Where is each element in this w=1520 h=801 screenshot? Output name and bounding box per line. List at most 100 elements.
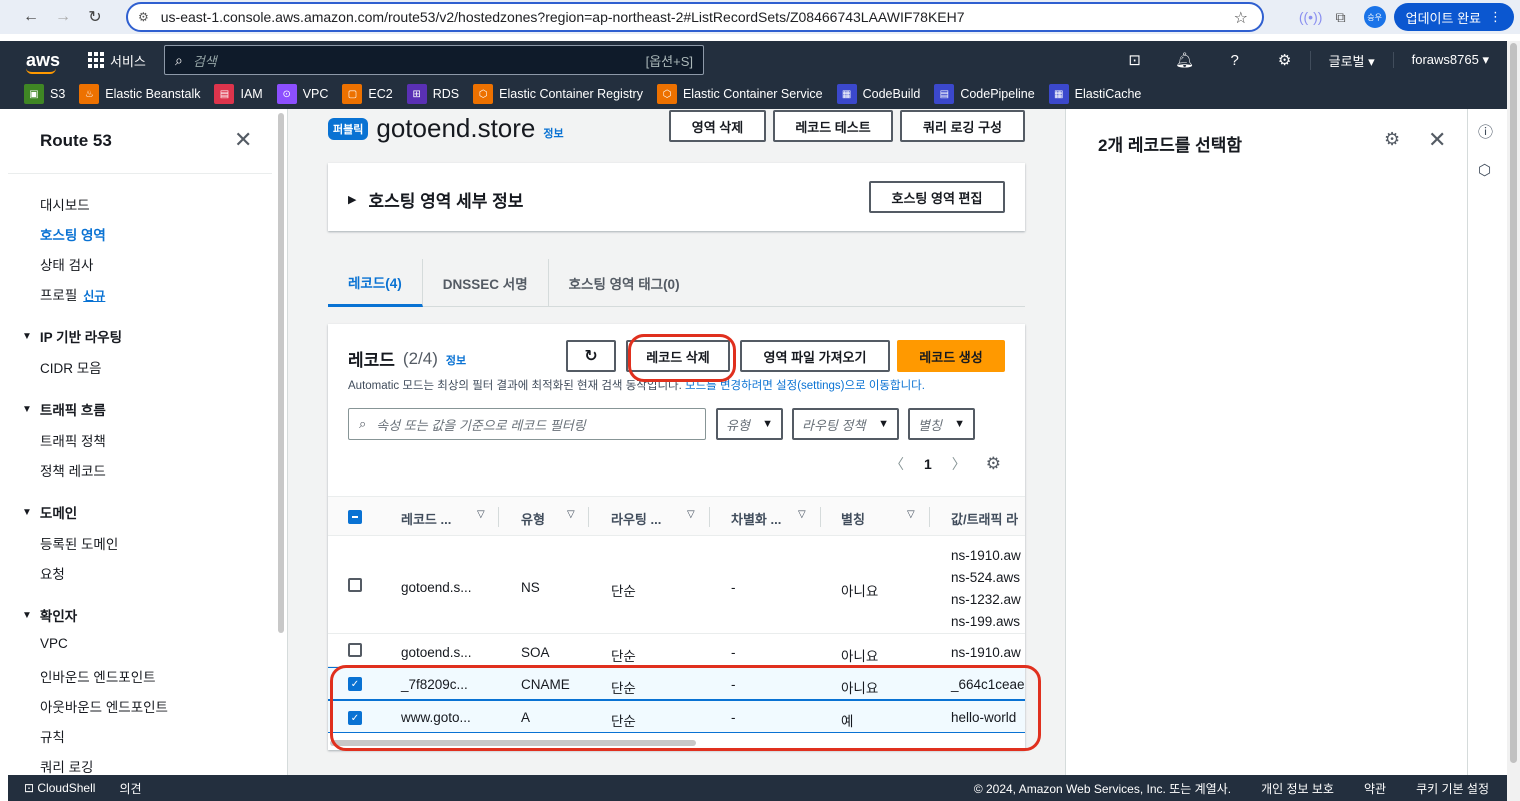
sort-icon[interactable]: ▽ <box>687 509 695 520</box>
column-header-name[interactable]: 레코드 ... <box>401 509 451 528</box>
table-settings-gear-icon[interactable]: ⚙ <box>986 454 1001 474</box>
sort-icon[interactable]: ▽ <box>907 509 915 520</box>
close-icon[interactable]: ✕ <box>234 127 252 153</box>
records-info-link[interactable]: 정보 <box>446 352 466 368</box>
favorite-codebuild[interactable]: ▦ CodeBuild <box>836 84 920 104</box>
favorite-iam[interactable]: ▤ IAM <box>214 84 263 104</box>
sidebar-item-dashboard[interactable]: 대시보드 <box>40 194 90 214</box>
address-bar[interactable]: ⚙ us-east-1.console.aws.amazon.com/route… <box>126 2 1264 32</box>
row-checkbox[interactable] <box>348 578 362 592</box>
sidebar-item-requests[interactable]: 요청 <box>40 563 65 583</box>
favorite-vpc[interactable]: ⊙ VPC <box>276 84 328 104</box>
sidebar-item-profiles[interactable]: 프로필 신규 <box>40 284 105 304</box>
record-type: NS <box>521 580 540 595</box>
page-scrollbar[interactable] <box>1507 41 1520 801</box>
refresh-button[interactable]: ↻ <box>566 340 616 372</box>
console-search-input[interactable]: ⌕ 검색 [옵션+S] <box>164 45 704 75</box>
sidebar-item-health-checks[interactable]: 상태 검사 <box>40 254 93 274</box>
region-selector[interactable]: 글로벌 ▾ <box>1309 50 1393 70</box>
record-name[interactable]: gotoend.s... <box>401 645 472 660</box>
sort-icon[interactable]: ▽ <box>567 509 575 520</box>
type-dropdown[interactable]: 유형 ▼ <box>716 408 783 440</box>
favorite-elastic-container-service[interactable]: ⬡ Elastic Container Service <box>656 84 823 104</box>
sidebar-item-vpc[interactable]: VPC <box>40 636 68 651</box>
update-button[interactable]: 업데이트 완료 ⋮ <box>1393 3 1514 31</box>
column-header-alias[interactable]: 별칭 <box>841 509 865 528</box>
cloudshell-link[interactable]: ⊡ CloudShell <box>24 781 95 795</box>
sidebar-section-ip-routing[interactable]: ▼ IP 기반 라우팅 <box>22 326 122 346</box>
close-icon[interactable]: ✕ <box>1428 127 1446 153</box>
sidebar-section-resolver[interactable]: ▼ 확인자 <box>22 605 77 625</box>
forward-icon[interactable]: → <box>50 4 76 30</box>
sort-icon[interactable]: ▽ <box>798 509 806 520</box>
tab-dnssec[interactable]: DNSSEC 서명 <box>423 259 549 307</box>
sidebar-item-inbound[interactable]: 인바운드 엔드포인트 <box>40 666 156 686</box>
column-header-value[interactable]: 값/트래픽 라 <box>951 509 1018 528</box>
sidebar-section-domains[interactable]: ▼ 도메인 <box>22 502 77 522</box>
favorite-elasticache[interactable]: ▦ ElastiCache <box>1048 84 1141 104</box>
site-info-icon[interactable]: ⚙ <box>138 10 149 24</box>
info-link[interactable]: 정보 <box>543 125 563 141</box>
details-toggle[interactable]: ▶ 호스팅 영역 세부 정보 <box>348 187 523 212</box>
delete-zone-button[interactable]: 영역 삭제 <box>669 110 766 142</box>
table-row[interactable]: gotoend.s... NS 단순 - 아니요 ns-1910.aw ns-5… <box>328 536 1025 634</box>
cloudshell-icon[interactable]: ⊡ <box>1110 51 1160 69</box>
favorite-codepipeline[interactable]: ▤ CodePipeline <box>934 84 1035 104</box>
sidebar-scrollbar[interactable] <box>278 113 284 633</box>
favorite-s3[interactable]: ▣ S3 <box>24 84 65 104</box>
profile-avatar[interactable]: 승우 <box>1363 6 1386 28</box>
column-header-type[interactable]: 유형 <box>521 509 545 528</box>
help-icon[interactable]: ? <box>1210 52 1260 69</box>
edit-zone-button[interactable]: 호스팅 영역 편집 <box>869 181 1005 213</box>
sidebar-section-traffic-flow[interactable]: ▼ 트래픽 흐름 <box>22 399 106 419</box>
select-all-checkbox[interactable] <box>348 510 362 524</box>
next-page-icon[interactable]: 〉 <box>952 454 966 474</box>
record-filter-input[interactable]: ⌕ 속성 또는 값을 기준으로 레코드 필터링 <box>348 408 706 440</box>
sidebar-item-policy-records[interactable]: 정책 레코드 <box>40 460 106 480</box>
sort-icon[interactable]: ▽ <box>477 509 485 520</box>
notifications-bell-icon[interactable]: 🔔︎ <box>1160 51 1210 69</box>
extensions-icon[interactable]: ⧉ <box>1326 9 1356 26</box>
routing-policy-dropdown[interactable]: 라우팅 정책 ▼ <box>792 408 899 440</box>
tab-records[interactable]: 레코드(4) <box>328 259 423 307</box>
sidebar-item-rules[interactable]: 규칙 <box>40 726 65 746</box>
sidebar-item-hosted-zones[interactable]: 호스팅 영역 <box>40 224 106 244</box>
current-page[interactable]: 1 <box>924 456 932 472</box>
test-record-button[interactable]: 레코드 테스트 <box>773 110 893 142</box>
back-icon[interactable]: ← <box>18 4 44 30</box>
column-header-routing[interactable]: 라우팅 ... <box>611 509 661 528</box>
sidebar-item-query-logging[interactable]: 쿼리 로깅 <box>40 756 93 775</box>
create-record-button[interactable]: 레코드 생성 <box>897 340 1005 372</box>
gear-icon[interactable]: ⚙ <box>1384 129 1400 150</box>
import-zone-file-button[interactable]: 영역 파일 가져오기 <box>740 340 890 372</box>
row-checkbox[interactable] <box>348 643 362 657</box>
query-logging-button[interactable]: 쿼리 로깅 구성 <box>900 110 1025 142</box>
account-menu[interactable]: foraws8765 ▾ <box>1392 52 1507 68</box>
column-header-differentiator[interactable]: 차별화 ... <box>731 509 781 528</box>
terms-link[interactable]: 약관 <box>1364 780 1386 797</box>
sidebar-item-traffic-policy[interactable]: 트래픽 정책 <box>40 430 106 450</box>
sidebar-item-outbound[interactable]: 아웃바운드 엔드포인트 <box>40 696 168 716</box>
cast-icon[interactable]: ((•)) <box>1296 9 1326 25</box>
cookie-preferences-link[interactable]: 쿠키 기본 설정 <box>1416 780 1489 797</box>
table-row[interactable]: gotoend.s... SOA 단순 - 아니요 ns-1910.aw <box>328 634 1025 667</box>
favorite-ec2[interactable]: ▢ EC2 <box>342 84 393 104</box>
prev-page-icon[interactable]: 〈 <box>890 454 904 474</box>
hexagon-icon[interactable]: ⬡ <box>1478 161 1491 179</box>
favorite-rds[interactable]: ⊞ RDS <box>406 84 459 104</box>
privacy-link[interactable]: 개인 정보 보호 <box>1261 780 1334 797</box>
services-menu[interactable]: 서비스 <box>88 51 146 70</box>
info-circle-icon[interactable]: ⓘ <box>1478 121 1493 142</box>
favorite-elastic-container-registry[interactable]: ⬡ Elastic Container Registry <box>473 84 643 104</box>
alias-dropdown[interactable]: 별칭 ▼ <box>908 408 975 440</box>
feedback-link[interactable]: 의견 <box>119 780 141 797</box>
record-name[interactable]: gotoend.s... <box>401 580 472 595</box>
sidebar-item-registered-domains[interactable]: 등록된 도메인 <box>40 533 118 553</box>
favorite-elastic-beanstalk[interactable]: ♨ Elastic Beanstalk <box>79 84 200 104</box>
sidebar-item-cidr[interactable]: CIDR 모음 <box>40 357 102 377</box>
aws-logo[interactable]: aws <box>26 50 66 74</box>
reload-icon[interactable]: ↻ <box>82 4 108 30</box>
tab-tags[interactable]: 호스팅 영역 태그(0) <box>549 259 700 307</box>
settings-gear-icon[interactable]: ⚙ <box>1260 51 1310 69</box>
bookmark-star-icon[interactable]: ☆ <box>1234 8 1248 28</box>
